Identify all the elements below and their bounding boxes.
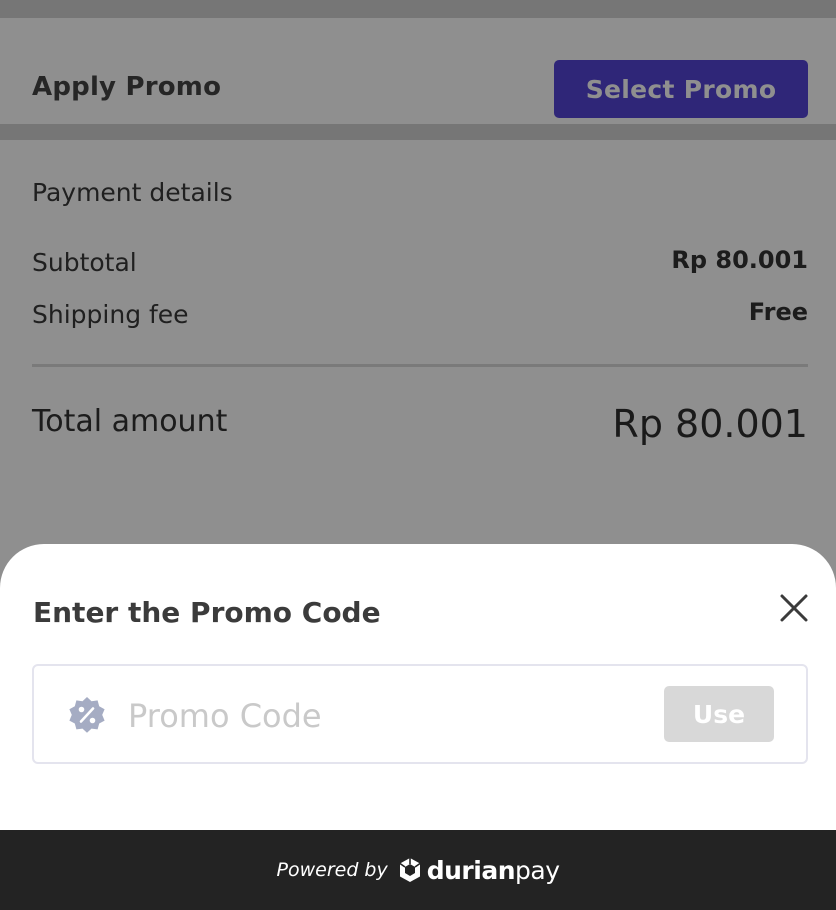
close-button[interactable] (774, 588, 814, 628)
close-icon (780, 594, 808, 622)
promo-code-field: Use (32, 664, 808, 764)
sheet-title: Enter the Promo Code (33, 596, 381, 629)
durianpay-logo-icon (399, 858, 421, 882)
use-button[interactable]: Use (664, 686, 774, 742)
promo-code-input[interactable] (128, 688, 648, 744)
powered-by-text: Powered by (276, 859, 388, 881)
durianpay-logo: durian pay (398, 856, 560, 885)
checkout-page: Apply Promo Select Promo Payment details… (0, 0, 836, 910)
brand-name-light: pay (515, 855, 560, 885)
promo-code-sheet: Enter the Promo Code Use (0, 544, 836, 830)
powered-by-footer: Powered by durian pay (0, 830, 836, 910)
percent-badge-icon (69, 697, 105, 733)
brand-name-bold: durian (426, 855, 516, 885)
